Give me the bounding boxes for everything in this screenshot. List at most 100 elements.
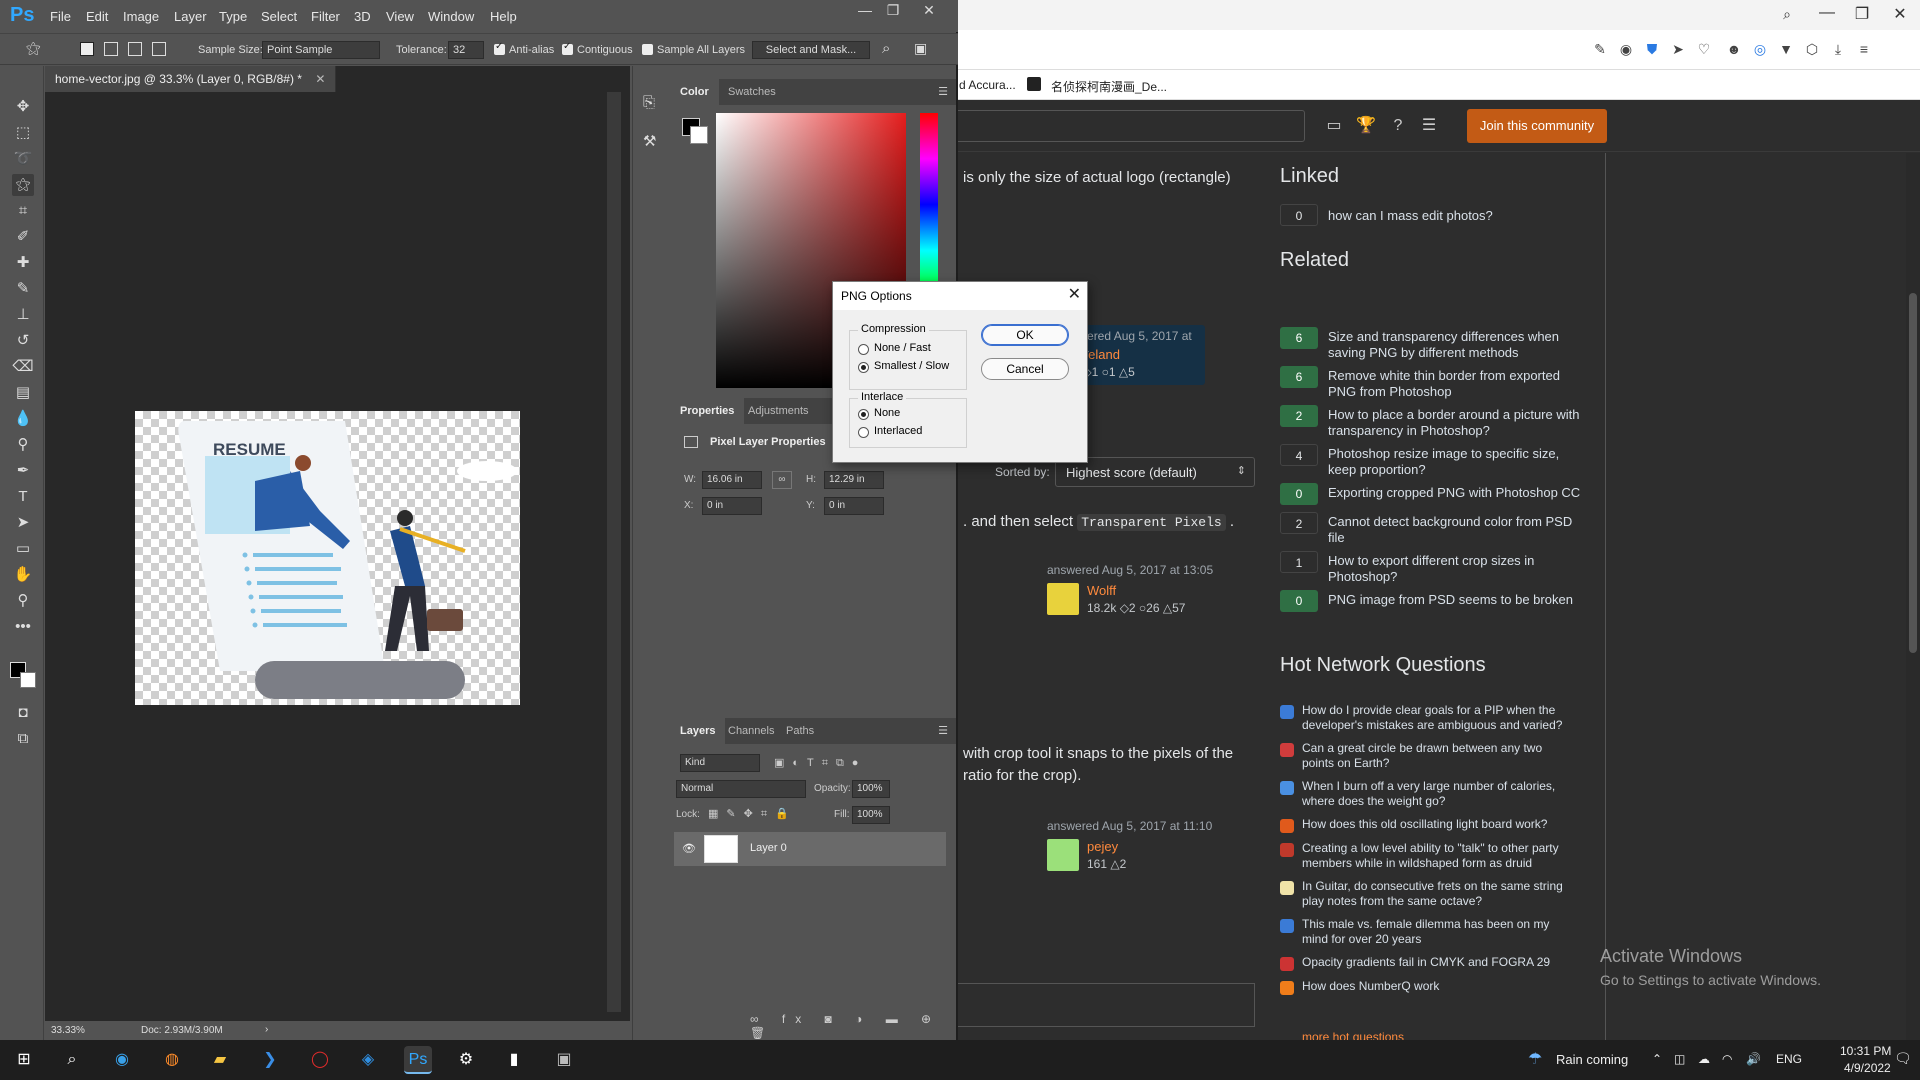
screen-mode-icon[interactable]: ⧉	[12, 728, 34, 750]
move-tool-icon[interactable]: ✥	[12, 96, 34, 118]
menu-file[interactable]: File	[50, 9, 71, 24]
settings-icon[interactable]: ⚙	[452, 1046, 480, 1074]
powershell-icon[interactable]: ❯	[256, 1046, 284, 1074]
interlace-none-radio[interactable]	[858, 409, 869, 420]
zoom-level[interactable]: 33.33%	[51, 1025, 85, 1036]
hot-question-link[interactable]: How does NumberQ work	[1302, 979, 1572, 994]
marquee-tool-icon[interactable]: ⬚	[12, 122, 34, 144]
status-arrow-icon[interactable]: ›	[265, 1024, 268, 1035]
tab-paths[interactable]: Paths	[776, 718, 824, 744]
minimize-icon[interactable]: —	[1812, 4, 1842, 22]
menu-image[interactable]: Image	[123, 9, 159, 24]
intersect-selection-icon[interactable]	[152, 42, 166, 56]
compression-none-radio[interactable]	[858, 344, 869, 355]
add-selection-icon[interactable]	[104, 42, 118, 56]
background-color-swatch[interactable]	[20, 672, 36, 688]
tab-properties[interactable]: Properties	[670, 398, 745, 424]
document-scrollbar[interactable]	[607, 92, 621, 1012]
related-question-link[interactable]: Size and transparency differences when s…	[1328, 329, 1588, 361]
tray-chevron-icon[interactable]: ⌃	[1652, 1052, 1662, 1066]
language-indicator[interactable]: ENG	[1776, 1052, 1802, 1066]
document-tab[interactable]: home-vector.jpg @ 33.3% (Layer 0, RGB/8#…	[45, 66, 337, 92]
quick-mask-icon[interactable]: ◘	[12, 702, 34, 724]
zoom-tool-icon[interactable]: ⚲	[12, 590, 34, 612]
tray-app-icon[interactable]: ◫	[1674, 1052, 1685, 1066]
hot-question-link[interactable]: When I burn off a very large number of c…	[1302, 779, 1572, 809]
opera-icon[interactable]: ◯	[306, 1046, 334, 1074]
crop-tool-icon[interactable]: ⌗	[12, 200, 34, 222]
link-icon[interactable]: ∞	[772, 471, 792, 489]
related-question-link[interactable]: Remove white thin border from exported P…	[1328, 368, 1588, 400]
avatar[interactable]	[1047, 839, 1079, 871]
bookmark-item[interactable]: d Accura...	[959, 78, 1016, 92]
ok-button[interactable]: OK	[981, 324, 1069, 346]
color-bg-swatch[interactable]	[690, 126, 708, 144]
site-search-input[interactable]	[955, 110, 1305, 142]
answer-editor-box[interactable]	[955, 983, 1255, 1027]
photoshop-taskbar-icon[interactable]: Ps	[404, 1046, 432, 1074]
terminal-icon[interactable]: ▮	[500, 1046, 528, 1074]
heart-icon[interactable]: ♡	[1695, 40, 1713, 58]
site-switcher-icon[interactable]: ☰	[1418, 115, 1440, 137]
help-icon[interactable]: ?	[1387, 115, 1409, 137]
menu-edit[interactable]: Edit	[86, 9, 108, 24]
blend-mode-select[interactable]: Normal	[676, 780, 806, 798]
magic-wand-preset-icon[interactable]: ⚝	[26, 40, 41, 57]
tab-adjustments[interactable]: Adjustments	[738, 398, 819, 424]
compression-smallest-radio[interactable]	[858, 362, 869, 373]
history-brush-icon[interactable]: ↺	[12, 330, 34, 352]
layer-filter-icons[interactable]: ▣◐T⌗⧉●	[774, 756, 866, 770]
layer-filter-kind[interactable]: Kind	[680, 754, 760, 772]
related-question-link[interactable]: Cannot detect background color from PSD …	[1328, 514, 1588, 546]
tab-color[interactable]: Color	[670, 79, 719, 105]
stamp-tool-icon[interactable]: ⊥	[12, 304, 34, 326]
bookmark-item[interactable]: 名侦探柯南漫画_De...	[1051, 78, 1167, 95]
tab-channels[interactable]: Channels	[718, 718, 784, 744]
related-question-link[interactable]: How to place a border around a picture w…	[1328, 407, 1588, 439]
path-select-tool-icon[interactable]: ➤	[12, 512, 34, 534]
eraser-tool-icon[interactable]: ⌫	[12, 356, 34, 378]
app-icon[interactable]: ▣	[550, 1046, 578, 1074]
edit-icon[interactable]: ✎	[1591, 40, 1609, 58]
menu-layer[interactable]: Layer	[174, 9, 207, 24]
interlaced-label[interactable]: Interlaced	[874, 425, 922, 437]
anti-alias-checkbox[interactable]	[494, 41, 505, 55]
fill-field[interactable]: 100%	[852, 806, 890, 824]
layer-actions-icons[interactable]: ∞ fx ◙ ◑ ▬ ⊕ 🗑	[750, 1012, 956, 1040]
menu-help[interactable]: Help	[490, 9, 517, 24]
browser-scrollbar[interactable]	[1906, 153, 1920, 1040]
menu-icon[interactable]: ≡	[1855, 40, 1873, 58]
extension-icon[interactable]: ☻	[1725, 40, 1743, 58]
file-explorer-icon[interactable]: ▰	[206, 1046, 234, 1074]
workspace-icon[interactable]: ▣	[914, 40, 927, 57]
opacity-field[interactable]: 100%	[852, 780, 890, 798]
menu-filter[interactable]: Filter	[311, 9, 340, 24]
gradient-tool-icon[interactable]: ▤	[12, 382, 34, 404]
shield-icon[interactable]: ⛊	[1643, 40, 1661, 58]
visibility-eye-icon[interactable]: 👁	[682, 842, 696, 855]
user-name[interactable]: pejey	[1087, 839, 1118, 854]
new-selection-icon[interactable]	[80, 42, 94, 56]
brush-tool-icon[interactable]: ✎	[12, 278, 34, 300]
canvas[interactable]: RESUME	[135, 411, 520, 705]
download-icon[interactable]: ⤓	[1829, 40, 1847, 58]
menu-select[interactable]: Select	[261, 9, 297, 24]
menu-type[interactable]: Type	[219, 9, 247, 24]
hot-question-link[interactable]: Opacity gradients fail in CMYK and FOGRA…	[1302, 955, 1572, 970]
lasso-tool-icon[interactable]: ➰	[12, 148, 34, 170]
healing-tool-icon[interactable]: ✚	[12, 252, 34, 274]
user-name[interactable]: Wolff	[1087, 583, 1116, 598]
interlaced-radio[interactable]	[858, 427, 869, 438]
hot-question-link[interactable]: This male vs. female dilemma has been on…	[1302, 917, 1572, 947]
clock-time[interactable]: 10:31 PM	[1840, 1044, 1891, 1058]
tab-swatches[interactable]: Swatches	[718, 79, 786, 105]
menu-window[interactable]: Window	[428, 9, 474, 24]
layer-name[interactable]: Layer 0	[750, 842, 787, 854]
camera-icon[interactable]: ◉	[1617, 40, 1635, 58]
cancel-button[interactable]: Cancel	[981, 358, 1069, 380]
linked-question-link[interactable]: how can I mass edit photos?	[1328, 208, 1588, 224]
eyedropper-tool-icon[interactable]: ✐	[12, 226, 34, 248]
hot-question-link[interactable]: Creating a low level ability to "talk" t…	[1302, 841, 1572, 871]
select-and-mask-button[interactable]: Select and Mask...	[752, 41, 870, 59]
more-tools-icon[interactable]: •••	[12, 616, 34, 638]
